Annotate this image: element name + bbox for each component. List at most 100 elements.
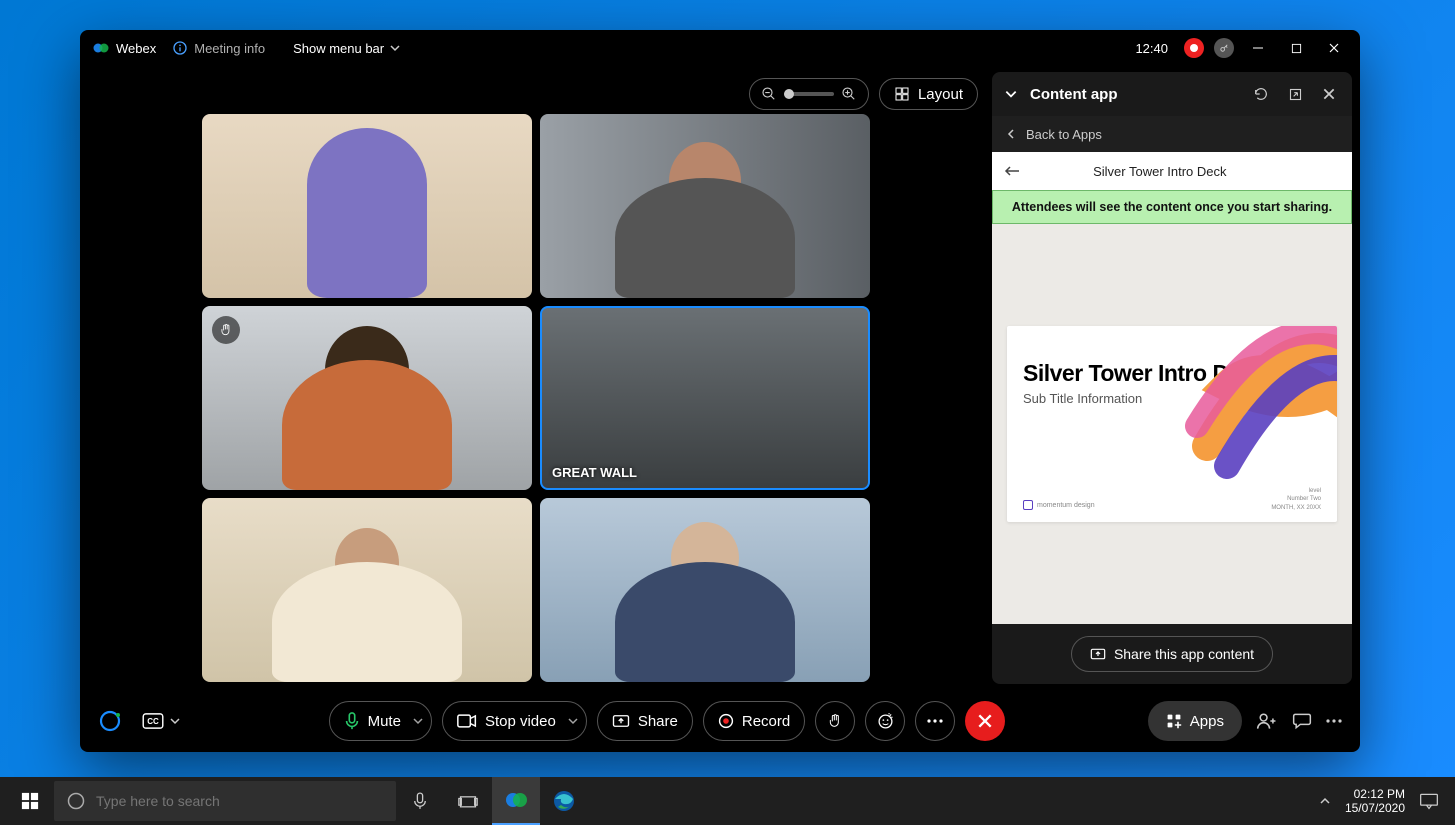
webex-assistant-icon[interactable] [98, 709, 122, 733]
edge-icon [552, 789, 576, 813]
meeting-controls: CC Mute Stop video Share Record [80, 690, 1360, 752]
chat-button[interactable] [1292, 711, 1312, 731]
participant-tile[interactable] [202, 306, 532, 490]
minimize-button[interactable] [1244, 38, 1272, 58]
grid-icon [894, 86, 910, 102]
webex-logo[interactable]: Webex [92, 39, 156, 57]
reactions-button[interactable] [865, 701, 905, 741]
key-icon [1219, 43, 1230, 54]
lock-indicator[interactable] [1214, 38, 1234, 58]
close-icon [977, 713, 993, 729]
sharing-notice: Attendees will see the content once you … [992, 190, 1352, 224]
microphone-icon [344, 712, 360, 730]
content-app-panel: Content app Back to Apps Silver Tower In… [992, 72, 1352, 684]
mute-button[interactable]: Mute [329, 701, 432, 741]
stop-video-button[interactable]: Stop video [442, 701, 587, 741]
apps-button[interactable]: Apps [1148, 701, 1242, 741]
refresh-icon [1253, 86, 1269, 102]
share-button[interactable]: Share [597, 701, 693, 741]
emoji-icon [877, 713, 894, 730]
video-icon [457, 714, 477, 728]
participant-tile[interactable] [202, 498, 532, 682]
participants-button[interactable] [1256, 711, 1278, 731]
slide-footer-right: level Number Two MONTH, XX 20XX [1271, 488, 1321, 512]
system-clock[interactable]: 02:12 PM 15/07/2020 [1345, 787, 1405, 816]
share-screen-icon [1090, 647, 1106, 661]
chevron-up-icon [1319, 796, 1331, 806]
recording-indicator[interactable] [1184, 38, 1204, 58]
back-to-apps-button[interactable]: Back to Apps [992, 116, 1352, 152]
zoom-in-icon [840, 85, 858, 103]
video-grid: GREAT WALL [80, 66, 992, 690]
captions-button[interactable]: CC [136, 709, 186, 733]
meeting-info-label: Meeting info [194, 41, 265, 56]
maximize-button[interactable] [1282, 38, 1310, 58]
cortana-icon [66, 791, 86, 811]
task-view-button[interactable] [444, 777, 492, 825]
video-area: Layout GREAT WALL [80, 66, 992, 690]
participant-tile[interactable] [540, 114, 870, 298]
start-button[interactable] [6, 777, 54, 825]
participant-tile-active[interactable]: GREAT WALL [540, 306, 870, 490]
edge-taskbar-icon[interactable] [540, 777, 588, 825]
share-app-content-button[interactable]: Share this app content [1071, 636, 1273, 672]
close-icon [1322, 87, 1336, 101]
deck-back-button[interactable] [1004, 165, 1020, 177]
hand-raised-badge [212, 316, 240, 344]
popout-button[interactable] [1284, 83, 1306, 105]
record-button[interactable]: Record [703, 701, 805, 741]
record-icon [718, 713, 734, 729]
taskbar-search[interactable] [54, 781, 396, 821]
panel-header: Content app [992, 72, 1352, 116]
raise-hand-button[interactable] [815, 701, 855, 741]
participant-tile[interactable] [202, 114, 532, 298]
webex-icon [504, 788, 528, 812]
microphone-icon [413, 792, 427, 810]
refresh-button[interactable] [1250, 83, 1272, 105]
chevron-left-icon [1006, 128, 1016, 140]
search-input[interactable] [96, 793, 384, 809]
close-panel-button[interactable] [1318, 83, 1340, 105]
participant-tile[interactable] [540, 498, 870, 682]
webex-window: Webex Meeting info Show menu bar 12:40 [80, 30, 1360, 752]
hand-icon [827, 713, 843, 729]
slide-preview-area: Silver Tower Intro Deck Sub Title Inform… [992, 224, 1352, 624]
layout-label: Layout [918, 86, 963, 103]
notification-icon [1419, 792, 1439, 810]
chat-icon [1292, 711, 1312, 731]
chevron-down-icon[interactable] [413, 716, 423, 726]
record-label: Record [742, 713, 790, 730]
close-button[interactable] [1320, 38, 1348, 58]
slide-preview[interactable]: Silver Tower Intro Deck Sub Title Inform… [1007, 326, 1337, 522]
chevron-down-icon[interactable] [568, 716, 578, 726]
taskbar-mic[interactable] [396, 777, 444, 825]
chevron-down-icon [390, 43, 400, 53]
end-call-button[interactable] [965, 701, 1005, 741]
task-view-icon [458, 793, 478, 809]
more-options-button[interactable] [915, 701, 955, 741]
panel-more-button[interactable] [1326, 719, 1342, 723]
more-icon [927, 719, 943, 723]
hand-icon [219, 323, 233, 337]
chevron-down-icon [170, 716, 180, 726]
info-icon [172, 40, 188, 56]
zoom-slider[interactable] [784, 92, 834, 96]
windows-icon [21, 792, 39, 810]
arrow-left-icon [1004, 165, 1020, 177]
back-to-apps-label: Back to Apps [1026, 127, 1102, 142]
layout-button[interactable]: Layout [879, 78, 978, 110]
zoom-control[interactable] [749, 78, 869, 110]
windows-taskbar: 02:12 PM 15/07/2020 [0, 777, 1455, 825]
svg-text:CC: CC [147, 717, 159, 726]
show-menu-label: Show menu bar [293, 41, 384, 56]
deck-title-bar: Silver Tower Intro Deck [992, 152, 1352, 190]
action-center-button[interactable] [1419, 792, 1439, 810]
share-content-label: Share this app content [1114, 646, 1254, 662]
show-menu-bar-button[interactable]: Show menu bar [293, 41, 400, 56]
tray-expand-button[interactable] [1319, 796, 1331, 806]
app-name: Webex [116, 41, 156, 56]
chevron-down-icon[interactable] [1004, 87, 1018, 101]
deck-title: Silver Tower Intro Deck [1093, 164, 1226, 179]
webex-taskbar-icon[interactable] [492, 777, 540, 825]
meeting-info-button[interactable]: Meeting info [172, 40, 265, 56]
